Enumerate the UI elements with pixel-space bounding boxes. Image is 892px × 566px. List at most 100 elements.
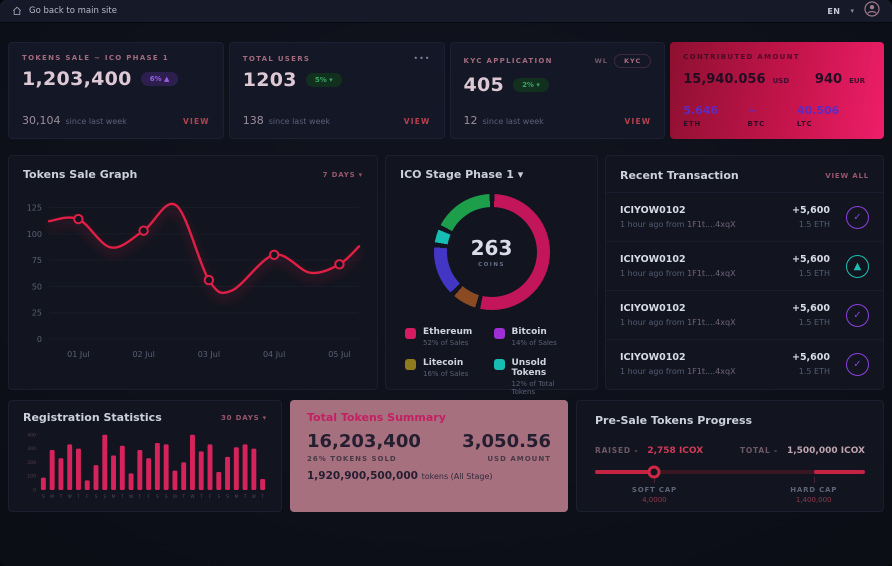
view-all-link[interactable]: VIEW ALL	[825, 172, 869, 180]
ltc-unit: LTC	[797, 120, 871, 128]
card-tokens-sale: TOKENS SALE ~ ICO PHASE 1 1,203,400 6% ▲…	[8, 42, 224, 139]
tx-address: 1F1t....4xqX	[687, 220, 735, 229]
panel-title: Pre-Sale Tokens Progress	[595, 414, 752, 427]
usd-unit: USD	[773, 77, 790, 85]
all-stage-suffix: tokens (All Stage)	[422, 472, 493, 481]
tx-status-icon: ✓	[846, 353, 869, 376]
total-tokens-summary-card: Total Tokens Summary 16,203,400 26% TOKE…	[290, 400, 568, 512]
tx-meta: 1 hour ago from 1F1t....4xqX	[620, 220, 736, 229]
usd-value: 15,940.056	[683, 72, 765, 87]
tx-time: 1 hour ago from	[620, 269, 685, 278]
svg-text:T: T	[243, 494, 247, 499]
kyc-value: 405	[464, 74, 505, 96]
contributed-ltc: 40.506 LTC	[797, 104, 871, 128]
svg-text:F: F	[209, 494, 212, 499]
delta-value: 138	[243, 114, 264, 127]
transaction-row[interactable]: ICIYOW01021 hour ago from 1F1t....4xqX +5…	[606, 290, 883, 339]
svg-text:03 Jul: 03 Jul	[198, 350, 220, 359]
donut-center: 263 COINS	[447, 207, 537, 297]
card-total-users: TOTAL USERS ••• 1203 5% ▾ 138 since last…	[229, 42, 445, 139]
svg-text:300: 300	[27, 446, 36, 452]
total-amount: TOTAL - 1,500,000 ICOX	[740, 438, 865, 457]
range-dropdown[interactable]: 7 DAYS ▾	[323, 171, 363, 179]
ico-stage-dropdown[interactable]: ICO Stage Phase 1 ▾	[400, 168, 523, 181]
eur-value: 940	[815, 72, 842, 87]
view-link[interactable]: VIEW	[183, 117, 210, 126]
transaction-row[interactable]: ICIYOW01021 hour ago from 1F1t....4xqX +5…	[606, 339, 883, 388]
slider-fill-raised	[595, 470, 654, 474]
raised-value: 2,758 ICOX	[647, 446, 703, 456]
ico-stage-donut-chart: 263 COINS	[434, 194, 550, 310]
stat-cards-row: TOKENS SALE ~ ICO PHASE 1 1,203,400 6% ▲…	[8, 42, 884, 139]
svg-text:T: T	[260, 494, 264, 499]
svg-text:M: M	[235, 494, 239, 499]
slider-thumb[interactable]	[648, 466, 661, 479]
legend-item-litecoin: Litecoin 16% of Sales	[405, 358, 490, 396]
usd-amount-label: USD AMOUNT	[462, 455, 551, 463]
svg-text:T: T	[181, 494, 185, 499]
dashboard-screen: Go back to main site EN ▾ TOKENS SALE ~ …	[0, 0, 892, 566]
language-selector[interactable]: EN	[827, 7, 840, 16]
tx-meta: 1 hour ago from 1F1t....4xqX	[620, 318, 736, 327]
tx-id: ICIYOW0102	[620, 352, 736, 363]
total-value: 1,500,000 ICOX	[787, 446, 865, 456]
legend-swatch	[405, 328, 416, 339]
legend-item-ethereum: Ethereum 52% of Sales	[405, 327, 490, 347]
wl-toggle[interactable]: WL	[595, 57, 608, 65]
tx-info: ICIYOW01021 hour ago from 1F1t....4xqX	[620, 303, 736, 327]
legend-swatch	[494, 359, 505, 370]
all-stage-value: 1,920,900,500,000	[307, 470, 418, 482]
legend-swatch	[405, 359, 416, 370]
usd-amount-value: 3,050.56	[462, 431, 551, 452]
tokens-sale-value: 1,203,400	[22, 68, 132, 90]
tx-info: ICIYOW01021 hour ago from 1F1t....4xqX	[620, 352, 736, 376]
summary-tokens: 16,203,400 26% TOKENS SOLD	[307, 431, 421, 463]
tx-time: 1 hour ago from	[620, 318, 685, 327]
range-dropdown[interactable]: 30 DAYS ▾	[221, 414, 267, 422]
user-avatar[interactable]	[864, 1, 880, 21]
svg-text:T: T	[59, 494, 63, 499]
more-menu-icon[interactable]: •••	[413, 54, 430, 63]
delta-note: since last week	[483, 117, 544, 126]
hard-cap-tick	[814, 477, 815, 483]
slider-fill-right	[814, 470, 865, 474]
hard-cap-value: 1,400,000	[790, 496, 837, 504]
contributed-btc: ~ BTC	[747, 104, 796, 128]
svg-text:75: 75	[32, 256, 42, 265]
svg-text:04 Jul: 04 Jul	[263, 350, 285, 359]
svg-text:S: S	[42, 494, 45, 499]
svg-text:S: S	[103, 494, 106, 499]
transaction-row[interactable]: ICIYOW01021 hour ago from 1F1t....4xqX+5…	[606, 192, 883, 241]
svg-text:F: F	[147, 494, 150, 499]
panel-title: Tokens Sale Graph	[23, 168, 137, 181]
card-label: TOTAL USERS	[243, 55, 311, 63]
tx-address: 1F1t....4xqX	[687, 367, 735, 376]
tx-status-icon: ✓	[846, 304, 869, 327]
svg-text:M: M	[50, 494, 54, 499]
contributed-eth: 5.646 ETH	[683, 104, 747, 128]
tx-amount: +5,600	[792, 205, 830, 216]
delta-value: 12	[464, 114, 478, 127]
back-link[interactable]: Go back to main site	[12, 6, 117, 16]
transaction-row[interactable]: ICIYOW01021 hour ago from 1F1t....4xqX+5…	[606, 241, 883, 290]
svg-text:100: 100	[27, 230, 42, 239]
tx-amount: +5,600	[792, 303, 830, 314]
card-label: CONTRIBUTED AMOUNT	[683, 53, 871, 61]
view-link[interactable]: VIEW	[624, 117, 651, 126]
tx-amount: +5,600	[792, 352, 830, 363]
legend-swatch	[494, 328, 505, 339]
transactions-list: ICIYOW01021 hour ago from 1F1t....4xqX+5…	[606, 192, 883, 388]
svg-text:S: S	[226, 494, 229, 499]
kyc-pill[interactable]: KYC	[614, 54, 651, 68]
svg-text:0: 0	[37, 335, 42, 344]
svg-text:200: 200	[27, 460, 36, 466]
all-stage-tokens: 1,920,900,500,000 tokens (All Stage)	[307, 470, 551, 482]
presale-progress-slider[interactable]: SOFT CAP 4,0000 HARD CAP 1,400,000	[595, 470, 865, 474]
tx-address: 1F1t....4xqX	[687, 318, 735, 327]
main-content: TOKENS SALE ~ ICO PHASE 1 1,203,400 6% ▲…	[0, 42, 892, 512]
view-link[interactable]: VIEW	[404, 117, 431, 126]
btc-value: ~	[747, 104, 796, 117]
donut-legend: Ethereum 52% of Sales Bitcoin 14% of Sal…	[400, 327, 583, 396]
svg-text:S: S	[217, 494, 220, 499]
svg-text:S: S	[165, 494, 168, 499]
